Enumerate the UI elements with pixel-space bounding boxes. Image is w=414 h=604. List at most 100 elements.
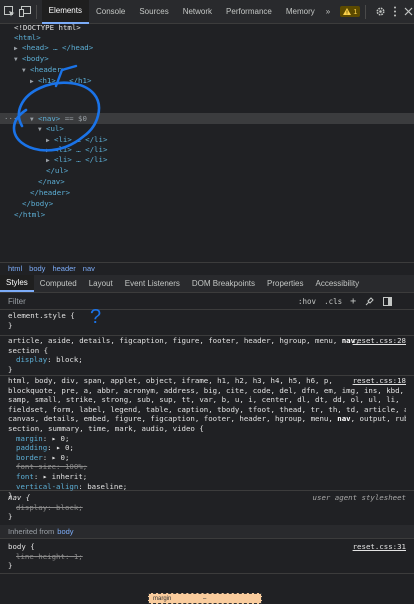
tab-styles[interactable]: Styles xyxy=(0,275,34,292)
breadcrumb: html body header nav xyxy=(0,262,414,274)
close-icon[interactable] xyxy=(404,4,414,20)
toolbar-divider xyxy=(36,4,37,19)
tab-network[interactable]: Network xyxy=(176,0,219,24)
collapse-arrow-icon[interactable]: ▼ xyxy=(30,115,38,125)
inspect-icon[interactable] xyxy=(4,4,15,20)
rule-selector: blockquote, pre, a, abbr, acronym, addre… xyxy=(8,385,406,395)
li-tag: <li> … </li> xyxy=(54,145,108,154)
li-node[interactable]: ▶ <li> … </li> xyxy=(46,135,107,145)
li-tag: <li> … </li> xyxy=(54,155,108,164)
css-rule-reset-18[interactable]: reset.css:18 html, body, div, span, appl… xyxy=(0,376,414,500)
expand-arrow-icon[interactable]: ▶ xyxy=(30,77,38,87)
tab-layout[interactable]: Layout xyxy=(83,275,119,292)
h1-node[interactable]: ▶ <h1> … </h1> xyxy=(30,76,91,86)
collapse-arrow-icon[interactable]: ▼ xyxy=(38,125,46,135)
doctype-text: <!DOCTYPE html> xyxy=(14,23,81,32)
styles-subtabs: Styles Computed Layout Event Listeners D… xyxy=(0,275,414,293)
body-node[interactable]: ▼ <body> xyxy=(14,54,49,64)
breadcrumb-item[interactable]: header xyxy=(52,264,75,273)
class-toggle-button[interactable]: .cls xyxy=(324,297,342,306)
tab-computed[interactable]: Computed xyxy=(34,275,83,292)
tab-event-listeners[interactable]: Event Listeners xyxy=(119,275,186,292)
head-node[interactable]: ▶ <head> … </head> xyxy=(14,43,93,53)
css-declaration-overridden[interactable]: font-size: 100%; xyxy=(8,462,406,472)
rule-selector: body { xyxy=(8,542,35,551)
console-ref: == $0 xyxy=(64,114,87,123)
tab-elements[interactable]: Elements xyxy=(41,0,89,24)
rule-selector: section { xyxy=(8,345,49,355)
tab-performance[interactable]: Performance xyxy=(219,0,279,24)
property-name: padding xyxy=(16,443,48,453)
nav-open-tag: <nav> xyxy=(38,114,61,123)
css-declaration[interactable]: border: ▸ 0; xyxy=(8,453,406,463)
collapse-arrow-icon[interactable]: ▼ xyxy=(14,55,22,65)
css-declaration[interactable]: vertical-align: baseline; xyxy=(8,482,406,492)
html-open-tag: <html> xyxy=(14,33,41,42)
tab-accessibility[interactable]: Accessibility xyxy=(310,275,366,292)
device-toggle-icon[interactable] xyxy=(19,4,31,20)
rule-source-link[interactable]: reset.css:18 xyxy=(353,376,406,386)
css-rule-reset-28[interactable]: reset.css:28 article, aside, details, fi… xyxy=(0,336,414,376)
more-tabs-button[interactable]: » xyxy=(322,0,334,24)
doctype-node[interactable]: <!DOCTYPE html> xyxy=(14,23,81,33)
css-declaration[interactable]: font: ▸ inherit; xyxy=(8,472,406,482)
box-model-value: – xyxy=(203,596,207,602)
matched-selector: nav xyxy=(337,414,351,424)
body-close-tag: </body> xyxy=(22,199,54,208)
rule-close: } xyxy=(8,364,13,374)
new-rule-button[interactable]: + xyxy=(350,296,356,307)
warnings-count: 1 xyxy=(353,7,358,16)
breadcrumb-item[interactable]: html xyxy=(8,264,22,273)
property-value: ▸ inherit; xyxy=(42,471,88,481)
gear-icon[interactable] xyxy=(375,4,386,20)
nav-close-tag: </nav> xyxy=(38,177,65,186)
ul-close-node[interactable]: </ul> xyxy=(46,166,68,176)
warnings-badge[interactable]: 1 xyxy=(340,6,361,17)
css-declaration[interactable]: padding: ▸ 0; xyxy=(8,443,406,453)
li-node[interactable]: ▶ <li> … </li> xyxy=(46,145,107,155)
css-rule-reset-31[interactable]: reset.css:31 body { line-height: 1; } xyxy=(0,540,414,574)
property-name: border xyxy=(16,452,43,462)
css-declaration[interactable]: margin: ▸ 0; xyxy=(8,434,406,444)
paint-brush-icon[interactable] xyxy=(364,297,374,307)
element-style-rule[interactable]: element.style { } ? xyxy=(0,306,414,336)
nav-node[interactable]: ▼ <nav> == $0 xyxy=(30,114,87,124)
rule-close: } xyxy=(8,512,13,522)
tab-properties[interactable]: Properties xyxy=(261,275,309,292)
property-name: font xyxy=(16,471,34,481)
body-close-node[interactable]: </body> xyxy=(22,199,53,209)
tab-memory[interactable]: Memory xyxy=(279,0,322,24)
rule-source-link[interactable]: reset.css:31 xyxy=(353,542,406,552)
css-declaration-overridden[interactable]: display: block; xyxy=(8,503,406,513)
expand-arrow-icon[interactable]: ▶ xyxy=(14,44,22,54)
filter-input[interactable] xyxy=(0,297,290,306)
tab-sources[interactable]: Sources xyxy=(132,0,175,24)
header-close-tag: </header> xyxy=(30,188,71,197)
li-node[interactable]: ▶ <li> … </li> xyxy=(46,155,107,165)
tab-console[interactable]: Console xyxy=(89,0,132,24)
ul-node[interactable]: ▼ <ul> xyxy=(38,124,64,134)
rule-selector: article, aside, details, figcaption, fig… xyxy=(8,336,342,345)
nav-close-node[interactable]: </nav> xyxy=(38,177,65,187)
rule-source-link[interactable]: reset.css:28 xyxy=(353,336,406,346)
tab-dom-breakpoints[interactable]: DOM Breakpoints xyxy=(186,275,261,292)
html-close-node[interactable]: </html> xyxy=(14,210,45,220)
computed-sidebar-icon[interactable] xyxy=(382,297,392,307)
user-agent-rule[interactable]: user agent stylesheet nav { display: blo… xyxy=(0,491,414,529)
kebab-menu-icon[interactable] xyxy=(390,4,400,20)
hover-state-button[interactable]: :hov xyxy=(298,297,316,306)
breadcrumb-item[interactable]: nav xyxy=(83,264,95,273)
ul-close-tag: </ul> xyxy=(46,166,69,175)
devtools-toolbar: Elements Console Sources Network Perform… xyxy=(0,0,414,24)
property-value: baseline; xyxy=(87,481,128,491)
inherited-link[interactable]: body xyxy=(57,527,73,536)
header-close-node[interactable]: </header> xyxy=(30,188,70,198)
breadcrumb-item[interactable]: body xyxy=(29,264,45,273)
rule-close: } xyxy=(8,561,13,571)
header-node[interactable]: ▼ <header> xyxy=(22,65,66,75)
html-node[interactable]: <html> xyxy=(14,33,41,43)
collapse-arrow-icon[interactable]: ▼ xyxy=(22,66,30,76)
expand-arrow-icon[interactable]: ▶ xyxy=(46,156,54,166)
css-declaration-overridden[interactable]: line-height: 1; xyxy=(8,552,406,562)
css-declaration[interactable]: display: block; xyxy=(8,355,406,365)
